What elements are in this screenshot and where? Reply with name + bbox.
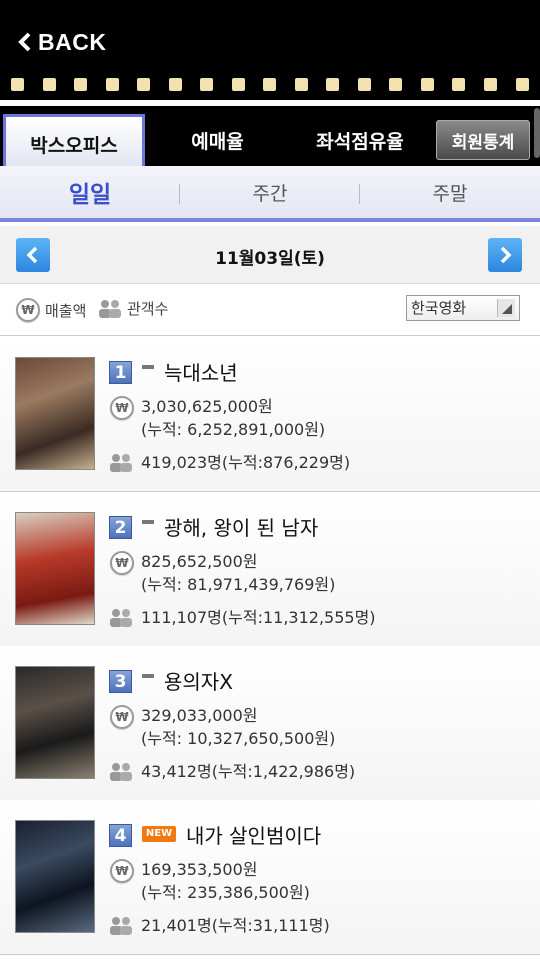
people-icon (99, 299, 121, 318)
tab-weekly[interactable]: 주간 (180, 166, 360, 218)
people-icon (110, 609, 132, 627)
audience-legend-label: 관객수 (127, 300, 169, 318)
movie-poster (15, 512, 95, 625)
sales-info: 825,652,500원 (누적: 81,971,439,769원) (141, 550, 335, 596)
back-label: BACK (38, 28, 107, 55)
no-change-icon (142, 674, 154, 678)
tab-weekend[interactable]: 주말 (360, 166, 540, 218)
sales-legend: ₩ 매출액 (16, 298, 86, 322)
rank-badge: 4 (109, 824, 132, 847)
no-change-icon (142, 365, 154, 369)
sales-cumulative: (누적: 235,386,500원) (141, 883, 310, 902)
won-icon: ₩ (110, 859, 134, 883)
tab-daily[interactable]: 일일 (0, 166, 180, 218)
tab-seat-occupancy[interactable]: 좌석점유율 (290, 114, 430, 166)
dropdown-arrow-icon (497, 299, 515, 317)
won-icon: ₩ (110, 551, 134, 575)
app-header: BACK (0, 0, 540, 100)
movie-poster (15, 666, 95, 779)
next-date-button[interactable] (488, 238, 522, 272)
list-item[interactable]: 4 NEW 내가 살인범이다 ₩ 169,353,500원 (누적: 235,3… (0, 800, 540, 955)
people-icon (110, 917, 132, 935)
date-navigation: 11월03일(토) (0, 226, 540, 284)
sales-legend-label: 매출액 (45, 301, 87, 320)
scrollbar[interactable] (534, 108, 540, 158)
list-item[interactable]: 1 늑대소년 ₩ 3,030,625,000원 (누적: 6,252,891,0… (0, 337, 540, 492)
rank-badge: 3 (109, 670, 132, 693)
won-icon: ₩ (16, 298, 40, 322)
audience-count: 419,023명(누적:876,229명) (141, 453, 351, 472)
back-button[interactable]: BACK (16, 26, 106, 58)
audience-count: 111,107명(누적:11,312,555명) (141, 608, 376, 627)
category-select-value: 한국영화 (411, 299, 467, 317)
sales-amount: 825,652,500원 (141, 552, 258, 571)
movie-poster (15, 820, 95, 933)
people-icon (110, 454, 132, 472)
movie-title: 광해, 왕이 된 남자 (164, 516, 319, 540)
sales-info: 329,033,000원 (누적: 10,327,650,500원) (141, 704, 335, 750)
chevron-right-icon (500, 246, 512, 264)
movie-poster (15, 357, 95, 470)
people-icon (110, 763, 132, 781)
rank-badge: 1 (109, 361, 132, 384)
sales-info: 3,030,625,000원 (누적: 6,252,891,000원) (141, 395, 325, 441)
new-badge: NEW (142, 826, 176, 842)
list-item[interactable]: 3 용의자X ₩ 329,033,000원 (누적: 10,327,650,50… (0, 646, 540, 801)
tab-box-office[interactable]: 박스오피스 (3, 114, 145, 172)
filter-bar: ₩ 매출액 관객수 한국영화 (0, 284, 540, 336)
rank-badge: 2 (109, 516, 132, 539)
period-tabs: 일일 주간 주말 (0, 166, 540, 222)
sales-amount: 329,033,000원 (141, 706, 258, 725)
audience-count: 21,401명(누적:31,111명) (141, 916, 330, 935)
tab-reservation-rate[interactable]: 예매율 (150, 114, 285, 166)
sales-amount: 169,353,500원 (141, 860, 258, 879)
category-select[interactable]: 한국영화 (406, 295, 520, 321)
no-change-icon (142, 520, 154, 524)
sales-amount: 3,030,625,000원 (141, 397, 273, 416)
sales-info: 169,353,500원 (누적: 235,386,500원) (141, 858, 310, 904)
sales-cumulative: (누적: 81,971,439,769원) (141, 575, 336, 594)
tab-member-stats[interactable]: 회원통계 (436, 120, 530, 160)
won-icon: ₩ (110, 705, 134, 729)
sales-cumulative: (누적: 6,252,891,000원) (141, 420, 326, 439)
audience-legend: 관객수 (98, 298, 168, 319)
movie-title: 용의자X (164, 670, 233, 694)
film-strip-decoration (0, 76, 540, 94)
current-date: 11월03일(토) (215, 249, 325, 269)
chevron-left-icon (18, 32, 31, 52)
list-item[interactable]: 2 광해, 왕이 된 남자 ₩ 825,652,500원 (누적: 81,971… (0, 492, 540, 647)
movie-title: 내가 살인범이다 (186, 824, 322, 848)
movie-title: 늑대소년 (164, 361, 238, 385)
main-tabs: 박스오피스 예매율 좌석점유율 회원통계 (0, 100, 540, 172)
won-icon: ₩ (110, 396, 134, 420)
audience-count: 43,412명(누적:1,422,986명) (141, 762, 356, 781)
sales-cumulative: (누적: 10,327,650,500원) (141, 729, 336, 748)
